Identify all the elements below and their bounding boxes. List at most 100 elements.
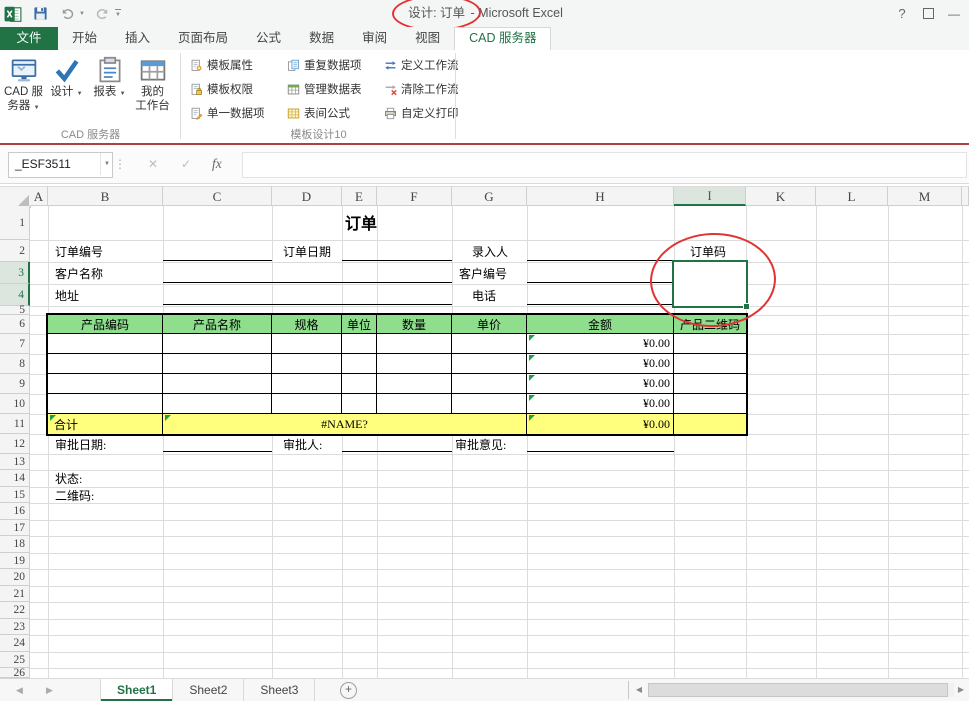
row-header-6[interactable]: 6: [0, 315, 30, 334]
row-header-1[interactable]: 1: [0, 206, 30, 240]
row-header-3[interactable]: 3: [0, 262, 30, 284]
single-data-item-button[interactable]: 单一数据项: [185, 101, 282, 125]
help-button[interactable]: ?: [889, 3, 915, 25]
tab-0[interactable]: 开始: [58, 27, 111, 50]
row-header-13[interactable]: 13: [0, 454, 30, 470]
product-table-cell[interactable]: [163, 394, 272, 414]
amount-cell[interactable]: ¥0.00: [527, 374, 674, 394]
column-header-I[interactable]: I: [674, 186, 746, 206]
maximize-button[interactable]: [915, 3, 941, 25]
product-table-cell[interactable]: [48, 394, 163, 414]
product-table-header-cell[interactable]: 金额: [527, 315, 674, 334]
row-header-9[interactable]: 9: [0, 374, 30, 394]
product-table-header-cell[interactable]: 规格: [272, 315, 342, 334]
name-box-dropdown-icon[interactable]: ▼: [100, 153, 110, 175]
row-header-24[interactable]: 24: [0, 635, 30, 652]
horizontal-scrollbar[interactable]: [648, 683, 954, 697]
product-table-header-cell[interactable]: 产品编码: [48, 315, 163, 334]
product-table-cell[interactable]: [377, 354, 452, 374]
product-table-cell[interactable]: [452, 354, 527, 374]
hscroll-right-icon[interactable]: ▶: [954, 682, 968, 698]
cancel-formula-icon[interactable]: ✕: [148, 152, 158, 176]
total-qr-cell[interactable]: [674, 414, 746, 434]
column-header-H[interactable]: H: [527, 186, 674, 206]
row-header-5[interactable]: 5: [0, 306, 30, 315]
row-header-12[interactable]: 12: [0, 434, 30, 454]
define-workflow-button[interactable]: 定义工作流: [379, 53, 476, 77]
sheet-tab-sheet3[interactable]: Sheet3: [244, 679, 315, 701]
row-header-16[interactable]: 16: [0, 503, 30, 520]
product-table-cell[interactable]: [272, 334, 342, 354]
report-button[interactable]: 报表 ▼: [88, 51, 131, 130]
column-header-E[interactable]: E: [342, 186, 377, 206]
horizontal-scrollbar-thumb[interactable]: [648, 683, 948, 697]
enter-formula-icon[interactable]: ✓: [181, 152, 191, 176]
product-table-header-cell[interactable]: 单位: [342, 315, 377, 334]
row-header-11[interactable]: 11: [0, 414, 30, 434]
manage-data-table-button[interactable]: 管理数据表: [282, 77, 379, 101]
product-table-cell[interactable]: [163, 374, 272, 394]
cad-server-button[interactable]: CAD 服务器 ▼: [2, 51, 45, 130]
row-header-4[interactable]: 4: [0, 284, 30, 306]
row-header-7[interactable]: 7: [0, 334, 30, 354]
insert-function-button[interactable]: fx: [212, 152, 222, 176]
template-permission-button[interactable]: 模板权限: [185, 77, 282, 101]
tab-5[interactable]: 审阅: [348, 27, 401, 50]
custom-print-button[interactable]: 自定义打印: [379, 101, 476, 125]
column-header-G[interactable]: G: [452, 186, 527, 206]
row-header-23[interactable]: 23: [0, 619, 30, 635]
row-header-26[interactable]: 26: [0, 668, 30, 678]
repeat-data-item-button[interactable]: 重复数据项: [282, 53, 379, 77]
total-amount-cell[interactable]: ¥0.00: [527, 414, 674, 434]
column-header-F[interactable]: F: [377, 186, 452, 206]
row-header-2[interactable]: 2: [0, 240, 30, 262]
product-table-cell[interactable]: [272, 354, 342, 374]
formula-input[interactable]: [242, 152, 967, 178]
add-sheet-button[interactable]: +: [340, 682, 357, 699]
product-table-cell[interactable]: [163, 354, 272, 374]
row-header-20[interactable]: 20: [0, 569, 30, 586]
product-table-cell[interactable]: [377, 334, 452, 354]
amount-cell[interactable]: ¥0.00: [527, 334, 674, 354]
select-all-corner[interactable]: [0, 186, 31, 208]
sheet-tab-sheet1[interactable]: Sheet1: [100, 679, 173, 701]
product-table-cell[interactable]: [342, 334, 377, 354]
product-table-header-cell[interactable]: 数量: [377, 315, 452, 334]
sheet-nav-next-icon[interactable]: ▶: [46, 679, 53, 701]
total-name-error-cell[interactable]: #NAME?: [163, 414, 527, 434]
tab-cad-server[interactable]: CAD 服务器: [454, 27, 551, 51]
template-properties-button[interactable]: 模板属性: [185, 53, 282, 77]
product-table-cell[interactable]: [48, 354, 163, 374]
product-table-cell[interactable]: [674, 334, 746, 354]
product-table-header-cell[interactable]: 产品名称: [163, 315, 272, 334]
sheet-tab-sheet2[interactable]: Sheet2: [173, 679, 244, 701]
clear-workflow-button[interactable]: 清除工作流: [379, 77, 476, 101]
tab-3[interactable]: 公式: [242, 27, 295, 50]
sheet-nav-prev-icon[interactable]: ◀: [16, 679, 23, 701]
amount-cell[interactable]: ¥0.00: [527, 394, 674, 414]
minimize-button[interactable]: —: [941, 3, 967, 25]
column-header-B[interactable]: B: [48, 186, 163, 206]
product-table-cell[interactable]: [342, 394, 377, 414]
row-header-15[interactable]: 15: [0, 487, 30, 503]
column-header-K[interactable]: K: [746, 186, 816, 206]
row-header-19[interactable]: 19: [0, 553, 30, 569]
product-table-cell[interactable]: [342, 374, 377, 394]
column-header-A[interactable]: A: [30, 186, 48, 206]
product-table-cell[interactable]: [674, 354, 746, 374]
column-header-L[interactable]: L: [816, 186, 888, 206]
product-table-cell[interactable]: [377, 394, 452, 414]
tab-scroll-splitter[interactable]: [628, 681, 629, 699]
product-table-header-cell[interactable]: 单价: [452, 315, 527, 334]
row-header-10[interactable]: 10: [0, 394, 30, 414]
inter-table-formula-button[interactable]: 表间公式: [282, 101, 379, 125]
product-table-cell[interactable]: [272, 374, 342, 394]
column-header-M[interactable]: M: [888, 186, 962, 206]
design-button[interactable]: 设计 ▼: [45, 51, 88, 130]
total-label-cell[interactable]: 合计: [48, 414, 163, 434]
formula-bar-drag-handle[interactable]: ⋮: [114, 152, 127, 176]
row-header-21[interactable]: 21: [0, 586, 30, 602]
hscroll-left-icon[interactable]: ◀: [632, 682, 646, 698]
row-header-22[interactable]: 22: [0, 602, 30, 619]
name-box[interactable]: _ESF3511▼: [8, 152, 113, 178]
